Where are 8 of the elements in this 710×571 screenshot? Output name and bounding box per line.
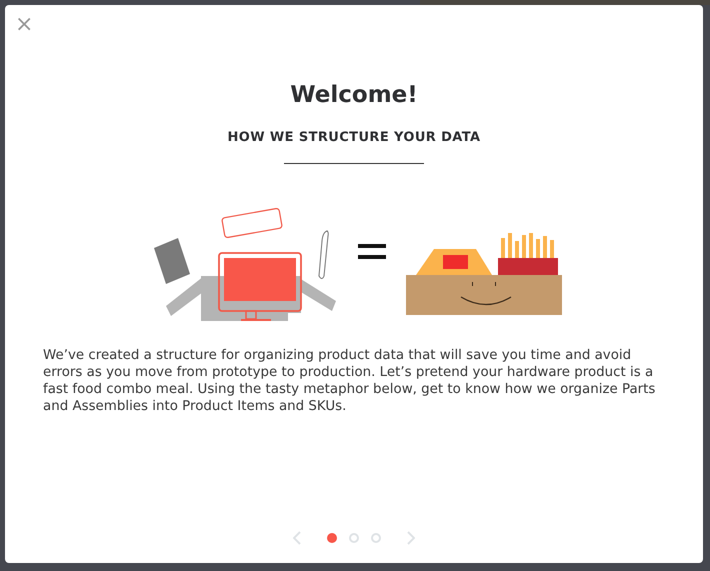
page-dot[interactable] — [371, 533, 381, 543]
dialog-subtitle: HOW WE STRUCTURE YOUR DATA — [228, 129, 480, 147]
intro-paragraph: We’ve created a structure for organizing product data that will save you time and avoid errors as you move from prototype to production. Let’s pretend your hardware product is a fast food combo meal. Using the tasty metaphor below, get to know how we organize Parts and Assemblies into Product Items and SKUs. — [43, 347, 656, 415]
page-dot[interactable] — [327, 533, 337, 543]
close-button[interactable]: × — [15, 15, 34, 35]
equals-icon — [358, 242, 386, 262]
dialog-title: Welcome! — [290, 81, 418, 109]
page-dot[interactable] — [349, 533, 359, 543]
